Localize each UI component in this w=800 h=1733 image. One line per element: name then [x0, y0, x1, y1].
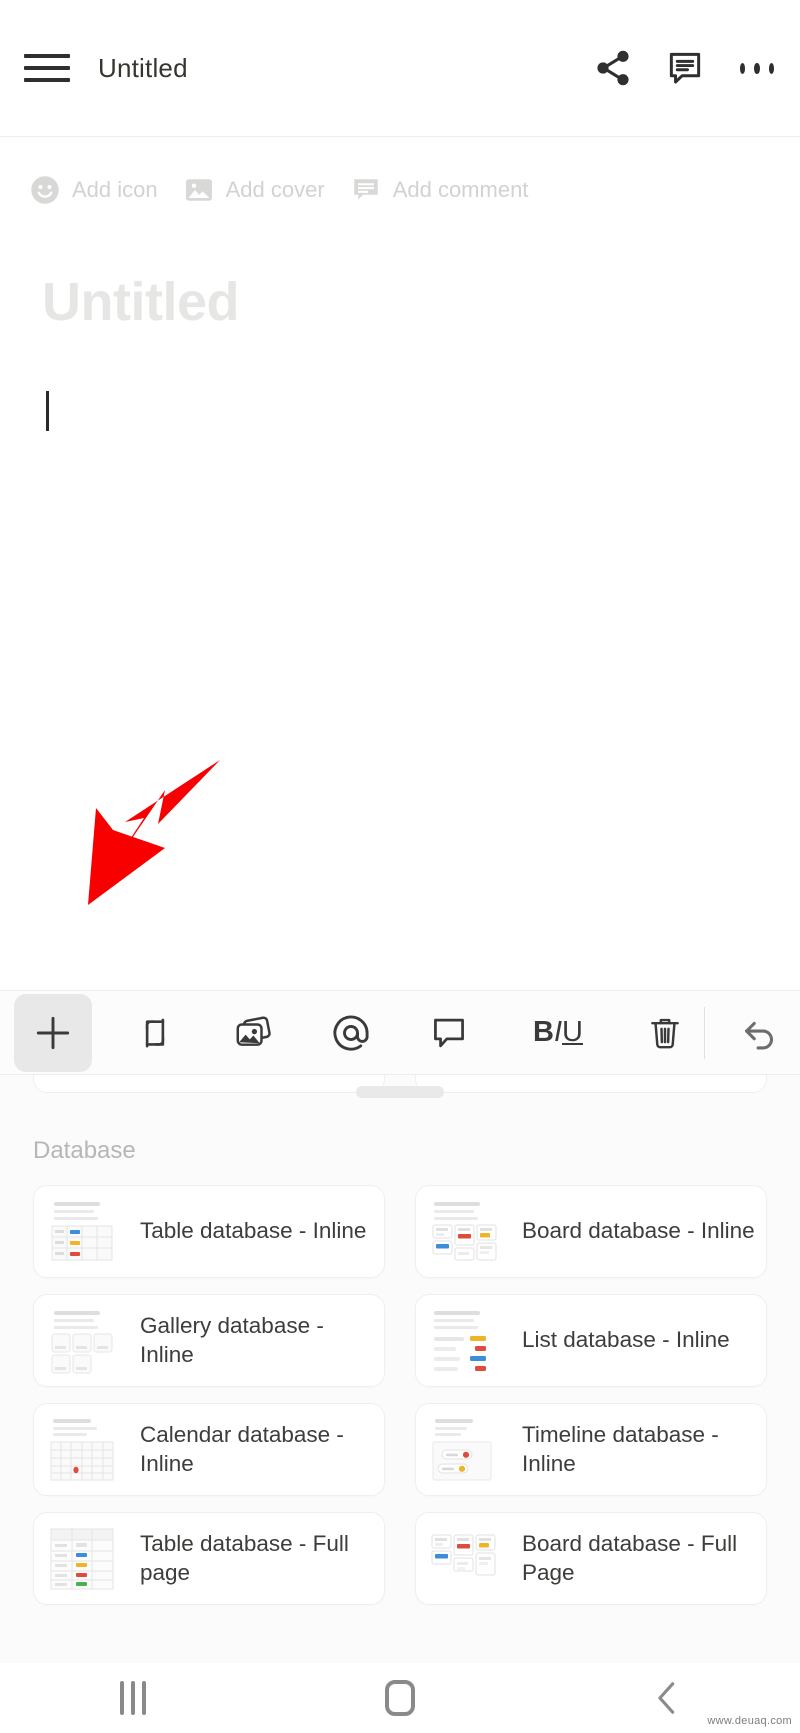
- bold-glyph: B: [533, 1016, 554, 1048]
- comment-bubble-icon: [353, 179, 378, 200]
- card-peek-left[interactable]: [33, 1075, 385, 1093]
- watermark: www.deuaq.com: [707, 1715, 792, 1727]
- dot: [740, 62, 746, 74]
- phone-screen: Untitled Add icon Add cover Add comment …: [0, 0, 800, 1733]
- block-card-label: Board database - Full Page: [522, 1531, 738, 1585]
- more-options-icon[interactable]: [736, 47, 778, 89]
- nav-bar-line: [131, 1681, 136, 1715]
- page-meta-actions: Add icon Add cover Add comment: [0, 137, 800, 205]
- comment-button[interactable]: [410, 994, 488, 1072]
- italic-glyph: I: [553, 1016, 563, 1048]
- hamburger-menu-icon[interactable]: [24, 51, 70, 85]
- image-button[interactable]: [214, 994, 292, 1072]
- section-title-database: Database: [33, 1137, 136, 1164]
- nav-bar-line: [142, 1681, 147, 1715]
- add-block-button[interactable]: [14, 993, 92, 1072]
- add-cover-button[interactable]: Add cover: [184, 175, 325, 205]
- android-nav-bar: [0, 1663, 800, 1733]
- block-format-toolbar: BIU: [0, 990, 800, 1075]
- document-title-placeholder[interactable]: Untitled: [42, 271, 800, 333]
- nav-bar-line: [120, 1681, 125, 1715]
- block-picker-sheet: Database Table database - Inline Board d…: [0, 1075, 800, 1663]
- hamburger-line: [24, 54, 70, 58]
- comment-icon[interactable]: [664, 47, 706, 89]
- add-comment-button[interactable]: Add comment: [351, 175, 529, 205]
- delete-button[interactable]: [626, 994, 704, 1072]
- block-card-board-inline[interactable]: Board database - Inline: [415, 1185, 767, 1278]
- add-icon-label: Add icon: [72, 177, 158, 202]
- board-full-thumb-icon: [431, 1534, 496, 1575]
- hamburger-line: [24, 66, 70, 70]
- block-card-label: Table database - Full page: [140, 1531, 349, 1585]
- sheet-drag-handle[interactable]: [356, 1086, 444, 1098]
- timeline-thumb-icon: [432, 1418, 492, 1480]
- home-button[interactable]: [355, 1671, 445, 1725]
- dot: [754, 62, 760, 74]
- undo-button[interactable]: [705, 994, 800, 1072]
- turn-into-button[interactable]: [116, 994, 194, 1072]
- table-thumb-icon: [51, 1201, 113, 1260]
- add-cover-label: Add cover: [225, 177, 325, 202]
- dot: [768, 62, 774, 74]
- text-format-button[interactable]: BIU: [504, 994, 612, 1072]
- database-block-grid: Table database - Inline Board database -…: [33, 1185, 767, 1605]
- block-card-calendar-inline[interactable]: Calendar database - Inline: [33, 1403, 385, 1496]
- table-full-thumb-icon: [50, 1528, 114, 1589]
- block-card-label: Calendar database - Inline: [140, 1422, 344, 1476]
- recent-apps-button[interactable]: [88, 1671, 178, 1725]
- page-content-area[interactable]: Add icon Add cover Add comment Untitled: [0, 137, 800, 990]
- previous-row-peek: [0, 1075, 800, 1130]
- app-bar-actions: [592, 47, 778, 89]
- share-icon[interactable]: [592, 47, 634, 89]
- app-bar: Untitled: [0, 0, 800, 137]
- card-peek-right[interactable]: [415, 1075, 767, 1093]
- add-comment-label: Add comment: [392, 177, 529, 202]
- board-thumb-icon: [432, 1201, 497, 1260]
- add-icon-button[interactable]: Add icon: [30, 175, 158, 205]
- recent-apps-icon: [120, 1681, 147, 1715]
- block-card-label: List database - Inline: [522, 1327, 730, 1353]
- mention-button[interactable]: [312, 994, 390, 1072]
- block-card-gallery-inline[interactable]: Gallery database - Inline: [33, 1294, 385, 1387]
- bold-italic-underline-icon: BIU: [533, 1016, 583, 1049]
- calendar-thumb-icon: [50, 1418, 114, 1480]
- home-icon: [384, 1680, 415, 1716]
- hamburger-line: [24, 78, 70, 82]
- block-card-label: Gallery database - Inline: [140, 1313, 324, 1367]
- block-card-table-inline[interactable]: Table database - Inline: [33, 1185, 385, 1278]
- smiley-face-icon: [31, 176, 59, 204]
- text-cursor: [46, 391, 49, 431]
- block-card-timeline-inline[interactable]: Timeline database - Inline: [415, 1403, 767, 1496]
- block-card-board-full-page[interactable]: Board database - Full Page: [415, 1512, 767, 1605]
- block-card-label: Timeline database - Inline: [522, 1422, 719, 1476]
- block-card-label: Board database - Inline: [522, 1218, 755, 1244]
- list-thumb-icon: [434, 1310, 486, 1371]
- block-card-table-full-page[interactable]: Table database - Full page: [33, 1512, 385, 1605]
- back-button[interactable]: [622, 1671, 712, 1725]
- page-title: Untitled: [98, 52, 188, 83]
- underline-glyph: U: [562, 1016, 583, 1048]
- gallery-thumb-icon: [51, 1310, 113, 1373]
- back-chevron-icon: [657, 1682, 674, 1714]
- image-icon: [185, 179, 212, 201]
- block-card-label: Table database - Inline: [140, 1218, 367, 1244]
- block-card-list-inline[interactable]: List database - Inline: [415, 1294, 767, 1387]
